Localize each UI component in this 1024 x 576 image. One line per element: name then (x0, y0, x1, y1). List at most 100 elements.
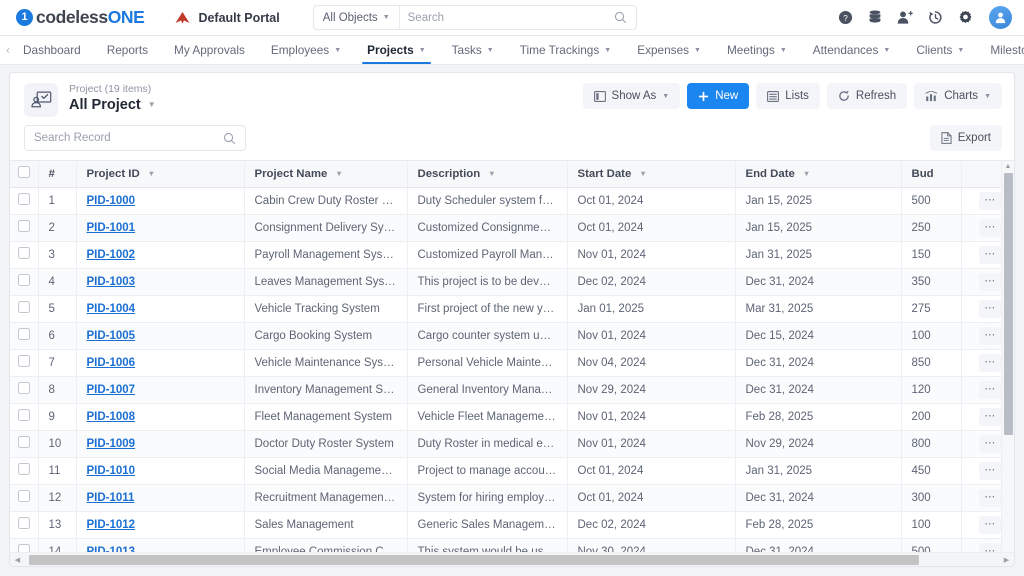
row-actions-menu-button[interactable]: ⋯ (979, 272, 1002, 291)
column-header-desc[interactable]: Description ▼ (407, 161, 568, 188)
project-id-link[interactable]: PID-1011 (87, 492, 135, 504)
scroll-up-arrow-icon[interactable]: ▲ (1005, 161, 1012, 172)
row-checkbox[interactable] (17, 382, 30, 394)
scroll-right-arrow-icon[interactable]: ▶ (1001, 556, 1012, 564)
row-actions-menu-button[interactable]: ⋯ (979, 488, 1002, 507)
project-id-link[interactable]: PID-1004 (87, 303, 136, 315)
column-filter-icon[interactable]: ▼ (803, 169, 810, 178)
row-actions-menu-button[interactable]: ⋯ (979, 407, 1002, 426)
table-row[interactable]: 10 PID-1009 Doctor Duty Roster System Duty … (10, 430, 1014, 458)
row-checkbox[interactable] (17, 355, 30, 367)
row-checkbox[interactable] (17, 517, 30, 529)
vertical-scrollbar-thumb[interactable] (1003, 173, 1013, 435)
nav-item-expenses[interactable]: Expenses ▼ (624, 36, 714, 64)
project-id-link[interactable]: PID-1000 (87, 195, 136, 207)
column-filter-icon[interactable]: ▼ (335, 169, 342, 178)
nav-item-reports[interactable]: Reports (94, 36, 161, 64)
nav-item-meetings[interactable]: Meetings ▼ (714, 36, 800, 64)
row-checkbox[interactable] (17, 247, 30, 259)
table-row[interactable]: 13 PID-1012 Sales Management Generic Sales … (10, 511, 1014, 539)
column-filter-icon[interactable]: ▼ (488, 169, 495, 178)
row-actions-menu-button[interactable]: ⋯ (979, 515, 1002, 534)
object-type-selector[interactable]: All Objects ▼ (314, 6, 400, 29)
row-actions-menu-button[interactable]: ⋯ (979, 434, 1002, 453)
row-checkbox[interactable] (17, 490, 30, 502)
row-checkbox[interactable] (17, 463, 30, 475)
table-row[interactable]: 8 PID-1007 Inventory Management System Gene… (10, 376, 1014, 404)
column-header-end[interactable]: End Date ▼ (735, 161, 902, 188)
row-checkbox[interactable] (17, 220, 30, 232)
search-icon[interactable] (223, 132, 236, 145)
project-id-link[interactable]: PID-1003 (87, 276, 136, 288)
lists-button[interactable]: Lists (756, 83, 820, 109)
table-row[interactable]: 1 PID-1000 Cabin Crew Duty Roster System Du… (10, 187, 1014, 215)
row-checkbox[interactable] (17, 193, 30, 205)
table-row[interactable]: 6 PID-1005 Cargo Booking System Cargo count… (10, 322, 1014, 350)
add-user-icon[interactable] (897, 10, 913, 26)
column-filter-icon[interactable]: ▼ (639, 169, 646, 178)
nav-item-tasks[interactable]: Tasks ▼ (439, 36, 507, 64)
nav-item-clients[interactable]: Clients ▼ (903, 36, 977, 64)
charts-button[interactable]: Charts ▼ (914, 83, 1002, 109)
horizontal-scrollbar-track[interactable] (23, 554, 1001, 565)
project-id-link[interactable]: PID-1002 (87, 249, 136, 261)
row-checkbox[interactable] (17, 274, 30, 286)
project-id-link[interactable]: PID-1001 (87, 222, 136, 234)
project-id-link[interactable]: PID-1013 (87, 546, 136, 553)
nav-item-milestones[interactable]: Milestones▼ (977, 36, 1024, 64)
project-id-link[interactable]: PID-1007 (87, 384, 136, 396)
new-button[interactable]: New (687, 83, 750, 109)
nav-item-employees[interactable]: Employees ▼ (258, 36, 354, 64)
app-logo[interactable]: 1 codelessONE (16, 7, 145, 28)
project-id-link[interactable]: PID-1008 (87, 411, 136, 423)
row-actions-menu-button[interactable]: ⋯ (979, 461, 1002, 480)
table-row[interactable]: 14 PID-1013 Employee Commission Comp... Thi… (10, 538, 1014, 552)
horizontal-scrollbar-thumb[interactable] (29, 554, 919, 565)
row-actions-menu-button[interactable]: ⋯ (979, 191, 1002, 210)
table-row[interactable]: 4 PID-1003 Leaves Management System This pr… (10, 268, 1014, 296)
row-actions-menu-button[interactable]: ⋯ (979, 326, 1002, 345)
record-search[interactable] (24, 125, 246, 151)
gear-icon[interactable] (957, 10, 973, 26)
search-input[interactable] (399, 6, 614, 29)
project-id-link[interactable]: PID-1010 (87, 465, 136, 477)
nav-item-dashboard[interactable]: Dashboard (10, 36, 94, 64)
portal-selector[interactable]: Default Portal (174, 11, 280, 25)
record-search-input[interactable] (34, 132, 223, 144)
row-actions-menu-button[interactable]: ⋯ (979, 353, 1002, 372)
nav-item-time-trackings[interactable]: Time Trackings ▼ (507, 36, 624, 64)
project-id-link[interactable]: PID-1009 (87, 438, 136, 450)
search-icon[interactable] (614, 11, 636, 24)
scroll-left-arrow-icon[interactable]: ◀ (12, 556, 23, 564)
table-row[interactable]: 5 PID-1004 Vehicle Tracking System First pr… (10, 295, 1014, 323)
project-id-link[interactable]: PID-1012 (87, 519, 136, 531)
row-actions-menu-button[interactable]: ⋯ (979, 380, 1002, 399)
row-checkbox[interactable] (17, 544, 30, 552)
table-row[interactable]: 9 PID-1008 Fleet Management System Vehicle … (10, 403, 1014, 431)
column-header-budget[interactable]: Bud (901, 161, 962, 188)
row-checkbox[interactable] (17, 436, 30, 448)
vertical-scrollbar[interactable]: ▲ (1001, 161, 1014, 552)
nav-item-my-approvals[interactable]: My Approvals (161, 36, 258, 64)
row-checkbox[interactable] (17, 409, 30, 421)
row-checkbox[interactable] (17, 301, 30, 313)
view-selector[interactable]: All Project ▼ (69, 96, 156, 114)
column-header-start[interactable]: Start Date ▼ (567, 161, 736, 188)
table-row[interactable]: 7 PID-1006 Vehicle Maintenance System Perso… (10, 349, 1014, 377)
table-row[interactable]: 11 PID-1010 Social Media Management Sy... P… (10, 457, 1014, 485)
column-header-name[interactable]: Project Name ▼ (244, 161, 408, 188)
row-actions-menu-button[interactable]: ⋯ (979, 245, 1002, 264)
row-actions-menu-button[interactable]: ⋯ (979, 218, 1002, 237)
column-header-pid[interactable]: Project ID ▼ (76, 161, 245, 188)
nav-item-projects[interactable]: Projects ▼ (354, 36, 439, 64)
column-filter-icon[interactable]: ▼ (148, 169, 155, 178)
row-checkbox[interactable] (17, 328, 30, 340)
row-actions-menu-button[interactable]: ⋯ (979, 542, 1002, 552)
table-row[interactable]: 2 PID-1001 Consignment Delivery System Cust… (10, 214, 1014, 242)
select-all-checkbox[interactable] (17, 166, 30, 179)
project-id-link[interactable]: PID-1005 (87, 330, 136, 342)
user-avatar[interactable] (989, 6, 1012, 29)
table-row[interactable]: 12 PID-1011 Recruitment Management Sys... S… (10, 484, 1014, 512)
row-actions-menu-button[interactable]: ⋯ (979, 299, 1002, 318)
table-row[interactable]: 3 PID-1002 Payroll Management System Custom… (10, 241, 1014, 269)
